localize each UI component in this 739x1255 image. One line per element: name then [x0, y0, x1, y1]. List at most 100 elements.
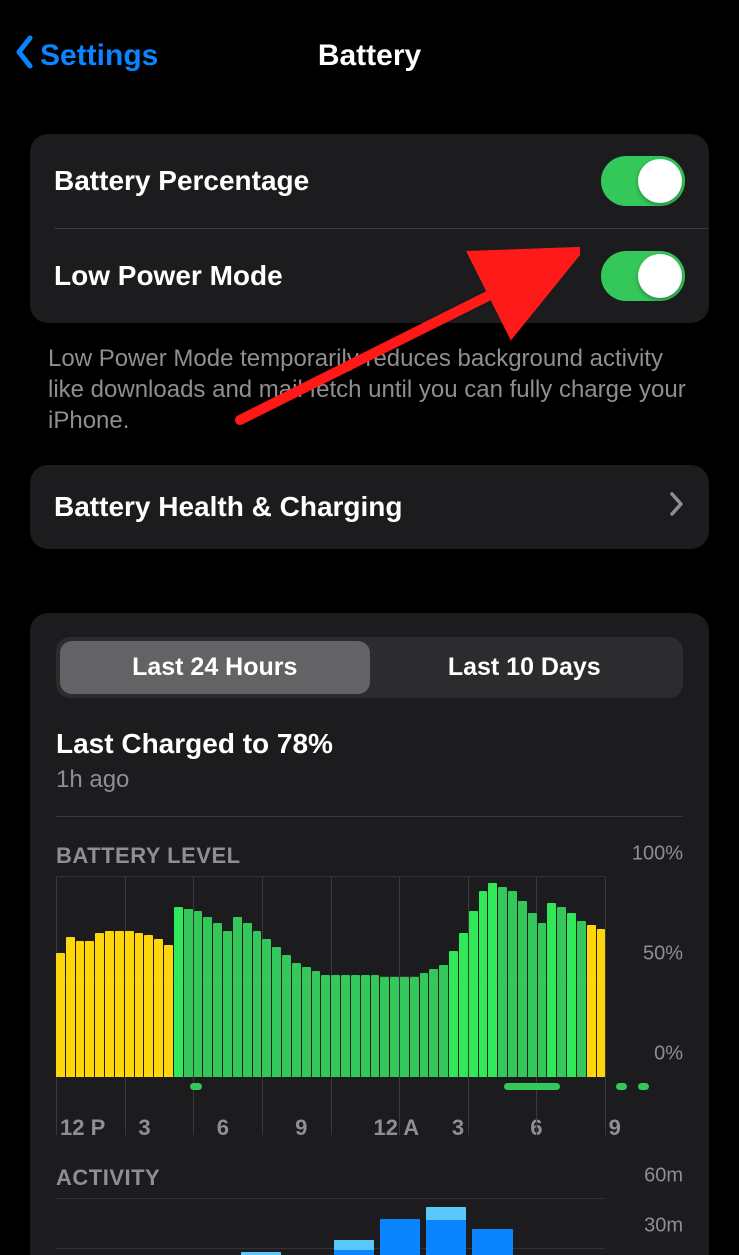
- battery-level-bar: [449, 951, 458, 1077]
- battery-level-bar: [508, 891, 517, 1077]
- battery-level-bar: [390, 977, 399, 1077]
- battery-level-bar: [105, 931, 114, 1077]
- battery-level-bar: [233, 917, 242, 1077]
- nav-bar: Settings Battery: [0, 28, 739, 84]
- battery-level-bar: [56, 953, 65, 1077]
- battery-level-bar: [125, 931, 134, 1077]
- activity-bar: [426, 1207, 466, 1255]
- battery-level-bar: [498, 887, 507, 1077]
- battery-level-bar: [262, 939, 271, 1077]
- battery-level-bar: [459, 933, 468, 1077]
- charging-segment: [190, 1083, 201, 1090]
- battery-level-y-axis: 100%50%0%: [605, 877, 683, 1077]
- battery-level-bar: [400, 977, 409, 1077]
- x-tick: 3: [134, 1115, 212, 1141]
- charging-indicator-strip: [56, 1083, 683, 1093]
- x-tick: 12 A: [370, 1115, 448, 1141]
- battery-level-bar: [577, 921, 586, 1077]
- battery-level-chart: 100%50%0% 12 P36912 A369: [56, 877, 683, 1141]
- battery-settings-screen: Settings Battery Battery Percentage Low …: [0, 28, 739, 1255]
- battery-level-plot[interactable]: [56, 877, 605, 1077]
- battery-level-bar: [115, 931, 124, 1077]
- battery-level-bar: [488, 883, 497, 1077]
- battery-level-bar: [144, 935, 153, 1077]
- charging-segment: [504, 1083, 560, 1090]
- low-power-mode-row[interactable]: Low Power Mode: [54, 228, 709, 323]
- battery-percentage-row[interactable]: Battery Percentage: [30, 134, 709, 228]
- battery-level-bar: [410, 977, 419, 1077]
- activity-y-axis: 60m30m: [605, 1199, 683, 1255]
- battery-level-bar: [331, 975, 340, 1077]
- activity-bar: [472, 1229, 512, 1255]
- battery-level-bar: [194, 911, 203, 1077]
- battery-level-x-axis: 12 P36912 A369: [56, 1115, 683, 1141]
- battery-level-bar: [223, 931, 232, 1077]
- activity-chart: 60m30m: [56, 1199, 683, 1255]
- y-tick: 50%: [643, 942, 683, 965]
- y-tick: 60m: [644, 1164, 683, 1187]
- battery-level-bar: [164, 945, 173, 1077]
- battery-level-bar: [557, 907, 566, 1077]
- battery-level-bar: [174, 907, 183, 1077]
- x-tick: 3: [448, 1115, 526, 1141]
- last-charged-title: Last Charged to 78%: [56, 728, 683, 760]
- battery-level-bar: [351, 975, 360, 1077]
- battery-percentage-label: Battery Percentage: [54, 165, 309, 197]
- tab-last-10-days[interactable]: Last 10 Days: [370, 641, 680, 694]
- x-tick: 6: [213, 1115, 291, 1141]
- battery-level-bar: [528, 913, 537, 1077]
- activity-bar: [334, 1240, 374, 1255]
- battery-level-bar: [312, 971, 321, 1077]
- battery-level-bar: [184, 909, 193, 1077]
- battery-level-bar: [85, 941, 94, 1077]
- activity-bar: [380, 1219, 420, 1255]
- battery-level-bar: [302, 967, 311, 1077]
- y-tick: 100%: [632, 842, 683, 865]
- charging-segment: [616, 1083, 627, 1090]
- usage-card: Last 24 Hours Last 10 Days Last Charged …: [30, 613, 709, 1255]
- battery-health-group: Battery Health & Charging: [30, 465, 709, 549]
- battery-level-bar: [439, 965, 448, 1077]
- battery-health-row[interactable]: Battery Health & Charging: [30, 465, 709, 549]
- tab-last-24-hours[interactable]: Last 24 Hours: [60, 641, 370, 694]
- battery-level-bar: [321, 975, 330, 1077]
- battery-level-bar: [341, 975, 350, 1077]
- battery-level-bar: [587, 925, 596, 1077]
- battery-level-bar: [567, 913, 576, 1077]
- battery-level-bar: [380, 977, 389, 1077]
- battery-level-bar: [203, 917, 212, 1077]
- battery-level-bar: [420, 973, 429, 1077]
- battery-level-bar: [518, 901, 527, 1077]
- battery-level-bar: [538, 923, 547, 1077]
- battery-level-bar: [66, 937, 75, 1077]
- low-power-mode-label: Low Power Mode: [54, 260, 283, 292]
- back-label: Settings: [40, 39, 158, 73]
- chevron-left-icon: [14, 35, 36, 77]
- x-tick: 9: [605, 1115, 683, 1141]
- charging-segment: [638, 1083, 649, 1090]
- activity-heading: ACTIVITY: [56, 1165, 683, 1191]
- y-tick: 30m: [644, 1214, 683, 1237]
- battery-level-bar: [361, 975, 370, 1077]
- y-tick: 0%: [654, 1042, 683, 1065]
- battery-health-label: Battery Health & Charging: [54, 491, 403, 523]
- activity-plot[interactable]: [56, 1199, 605, 1255]
- low-power-mode-toggle[interactable]: [601, 251, 685, 301]
- battery-level-bar: [154, 939, 163, 1077]
- battery-level-bar: [282, 955, 291, 1077]
- battery-level-bar: [469, 911, 478, 1077]
- battery-level-bar: [547, 903, 556, 1077]
- toggles-group: Battery Percentage Low Power Mode: [30, 134, 709, 323]
- battery-level-bar: [253, 931, 262, 1077]
- time-range-segmented[interactable]: Last 24 Hours Last 10 Days: [56, 637, 683, 698]
- back-button[interactable]: Settings: [14, 35, 158, 77]
- battery-level-bar: [272, 947, 281, 1077]
- battery-percentage-toggle[interactable]: [601, 156, 685, 206]
- chevron-right-icon: [669, 491, 685, 522]
- battery-level-bar: [429, 969, 438, 1077]
- battery-level-bar: [213, 923, 222, 1077]
- divider: [56, 816, 683, 817]
- x-tick: 6: [526, 1115, 604, 1141]
- battery-level-bar: [371, 975, 380, 1077]
- low-power-mode-description: Low Power Mode temporarily reduces backg…: [48, 343, 691, 437]
